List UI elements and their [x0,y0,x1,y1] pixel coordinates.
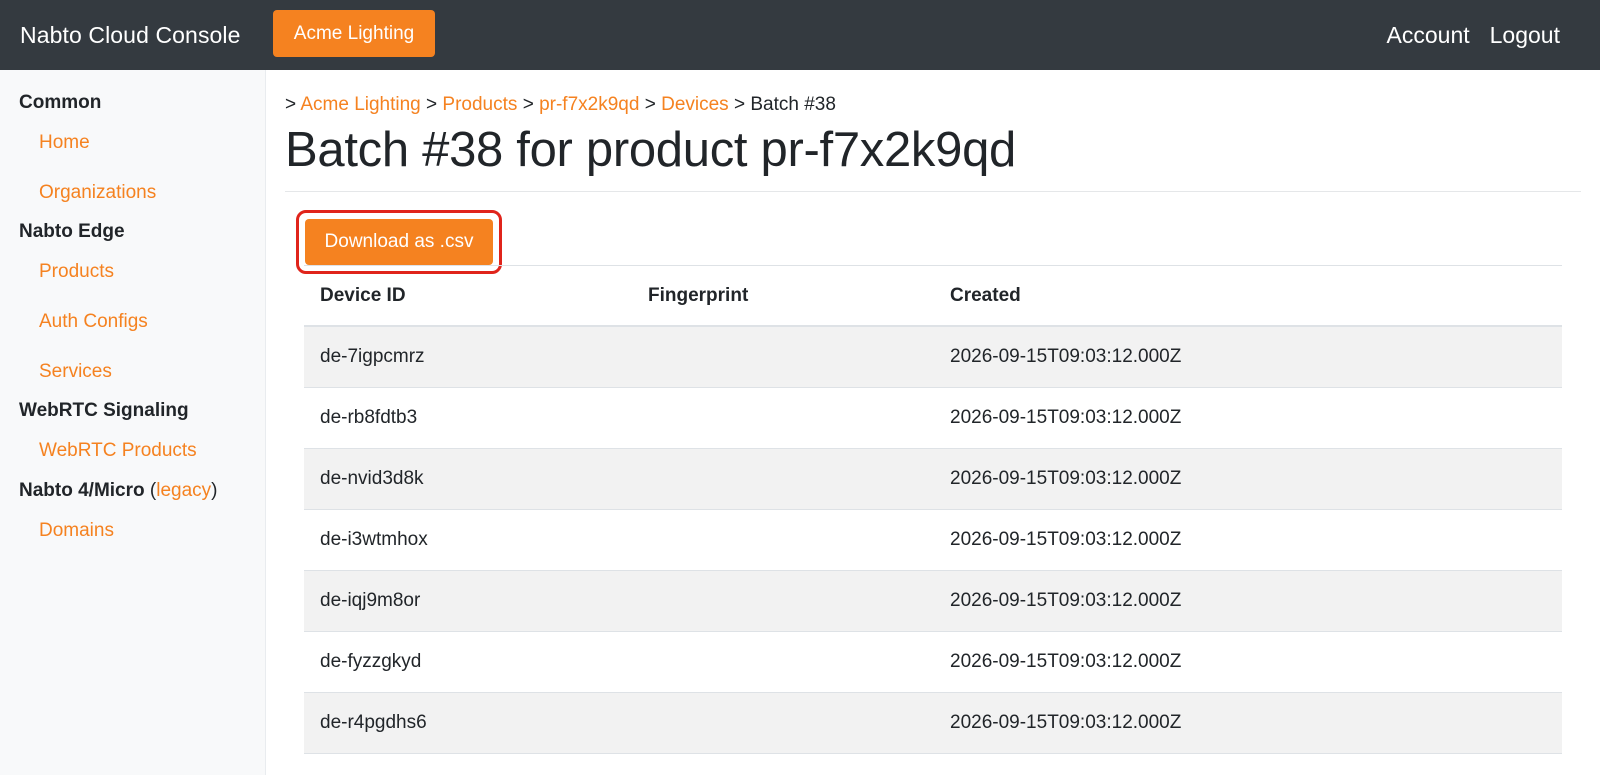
device-id-cell: de-i3wtmhox [320,529,428,550]
logout-link[interactable]: Logout [1490,22,1560,49]
breadcrumb-current: Batch #38 [750,94,836,115]
created-cell: 2026-09-15T09:03:12.000Z [950,346,1182,367]
sidebar-section-nabto-micro-title: Nabto 4/Micro [19,480,145,501]
sidebar: Common Home Organizations Nabto Edge Pro… [0,70,266,775]
column-header-created: Created [950,285,1021,306]
breadcrumb-separator: > [644,94,656,115]
device-id-cell: de-iqj9m8or [320,590,421,611]
legacy-link[interactable]: legacy [156,480,211,501]
breadcrumb-organization[interactable]: Acme Lighting [300,94,420,115]
organization-button[interactable]: Acme Lighting [273,10,435,57]
breadcrumb-product[interactable]: pr-f7x2k9qd [539,94,639,115]
sidebar-item-home[interactable]: Home [39,132,90,154]
paren-close: ) [211,480,218,501]
table-row: de-7igpcmrz 2026-09-15T09:03:12.000Z [304,327,1562,388]
table-row: de-nvid3d8k 2026-09-15T09:03:12.000Z [304,449,1562,510]
column-header-fingerprint: Fingerprint [648,285,749,306]
breadcrumb-devices[interactable]: Devices [661,94,729,115]
device-id-cell: de-r4pgdhs6 [320,712,427,733]
device-id-cell: de-7igpcmrz [320,346,425,367]
table-row: de-iqj9m8or 2026-09-15T09:03:12.000Z [304,571,1562,632]
table-row: de-fyzzgkyd 2026-09-15T09:03:12.000Z [304,632,1562,693]
sidebar-item-domains[interactable]: Domains [39,520,114,542]
device-id-cell: de-nvid3d8k [320,468,424,489]
table-row: de-i3wtmhox 2026-09-15T09:03:12.000Z [304,510,1562,571]
created-cell: 2026-09-15T09:03:12.000Z [950,529,1182,550]
title-divider [285,191,1581,192]
sidebar-item-auth-configs[interactable]: Auth Configs [39,311,148,333]
created-cell: 2026-09-15T09:03:12.000Z [950,651,1182,672]
device-id-cell: de-fyzzgkyd [320,651,422,672]
sidebar-item-webrtc-products[interactable]: WebRTC Products [39,440,197,462]
created-cell: 2026-09-15T09:03:12.000Z [950,407,1182,428]
sidebar-section-nabto-edge: Nabto Edge [19,221,125,242]
table-header: Device ID Fingerprint Created [304,265,1562,327]
created-cell: 2026-09-15T09:03:12.000Z [950,712,1182,733]
column-header-device-id: Device ID [320,285,406,306]
account-link[interactable]: Account [1387,22,1470,49]
breadcrumb-products[interactable]: Products [442,94,517,115]
sidebar-item-services[interactable]: Services [39,361,112,383]
table-row: de-r4pgdhs6 2026-09-15T09:03:12.000Z [304,693,1562,754]
sidebar-item-organizations[interactable]: Organizations [39,182,156,204]
top-navbar: Nabto Cloud Console Acme Lighting Accoun… [0,0,1600,70]
device-id-cell: de-rb8fdtb3 [320,407,418,428]
sidebar-section-webrtc: WebRTC Signaling [19,400,189,421]
created-cell: 2026-09-15T09:03:12.000Z [950,468,1182,489]
main-content: > Acme Lighting > Products > pr-f7x2k9qd… [285,70,1581,775]
download-csv-button[interactable]: Download as .csv [305,219,493,265]
breadcrumb-separator: > [285,94,297,115]
page-title: Batch #38 for product pr-f7x2k9qd [285,123,1016,177]
devices-table: Device ID Fingerprint Created de-7igpcmr… [304,265,1562,754]
breadcrumb-separator: > [426,94,438,115]
breadcrumb-separator: > [733,94,746,115]
sidebar-section-common: Common [19,92,102,113]
breadcrumb: > Acme Lighting > Products > pr-f7x2k9qd… [285,94,836,116]
sidebar-item-products[interactable]: Products [39,261,114,283]
breadcrumb-separator: > [522,94,534,115]
brand-link[interactable]: Nabto Cloud Console [20,0,241,70]
sidebar-section-nabto-micro: Nabto 4/Micro (legacy) [19,480,217,502]
created-cell: 2026-09-15T09:03:12.000Z [950,590,1182,611]
navbar-right: Account Logout [1387,0,1560,70]
table-row: de-rb8fdtb3 2026-09-15T09:03:12.000Z [304,388,1562,449]
